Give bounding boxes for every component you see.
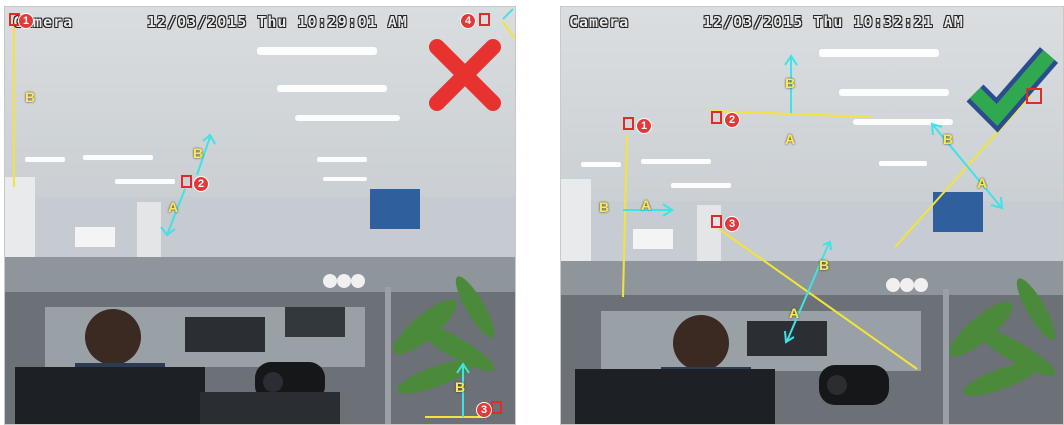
marker-number-2: 2 — [194, 177, 208, 191]
marker-number-3: 3 — [477, 403, 491, 417]
label-b-left: B — [599, 199, 610, 215]
label-b-bottom: B — [455, 379, 466, 395]
datetime-overlay: 12/03/2015 Thu 10:29:01 AM — [147, 13, 408, 31]
label-b-center: B — [819, 257, 830, 273]
marker-number-3: 3 — [725, 217, 739, 231]
label-b-left: B — [25, 89, 36, 105]
label-a-left: A — [641, 197, 652, 213]
label-a-right: A — [977, 175, 988, 191]
marker-number-1: 1 — [637, 119, 651, 133]
marker-box-2 — [711, 111, 722, 124]
label-a-top: A — [785, 131, 796, 147]
camera-view-left: Camera 12/03/2015 Thu 10:29:01 AM 1 2 3 … — [4, 6, 516, 425]
label-b-top: B — [785, 75, 796, 91]
marker-number-4: 4 — [461, 14, 475, 28]
label-a-arrow: A — [168, 199, 179, 215]
camera-view-right: Camera 12/03/2015 Thu 10:32:21 AM 1 2 3 … — [560, 6, 1064, 425]
marker-box-4 — [479, 13, 490, 26]
marker-box-2 — [181, 175, 192, 188]
marker-number-2: 2 — [725, 113, 739, 127]
label-a-center: A — [789, 305, 800, 321]
office-scene — [5, 7, 515, 424]
office-scene — [561, 7, 1063, 424]
marker-number-1: 1 — [19, 14, 33, 28]
label-b-arrow: B — [193, 145, 204, 161]
marker-box-3 — [491, 401, 502, 414]
marker-box-1 — [623, 117, 634, 130]
label-b-right: B — [943, 131, 954, 147]
marker-box-3 — [711, 215, 722, 228]
datetime-overlay: 12/03/2015 Thu 10:32:21 AM — [703, 13, 964, 31]
camera-label: Camera — [569, 13, 630, 31]
